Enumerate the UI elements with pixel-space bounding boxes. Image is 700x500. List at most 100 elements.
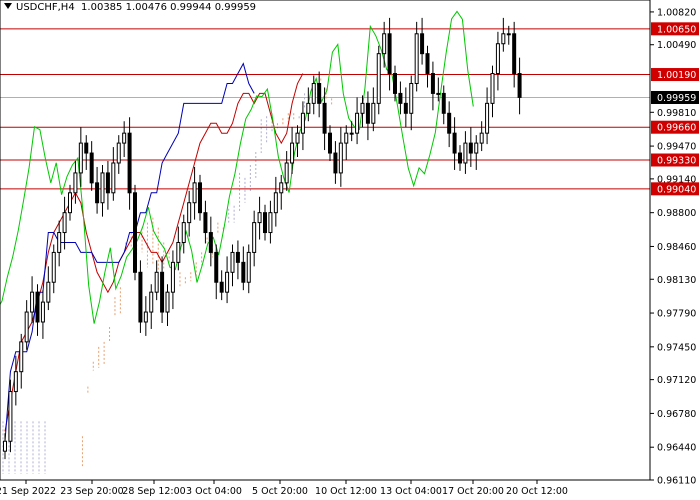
candle-body (360, 102, 365, 114)
candle-body (35, 291, 40, 323)
candle-body (349, 132, 354, 135)
candle-body (295, 132, 300, 144)
candle-body (322, 102, 327, 134)
level-label: 0.99040 (657, 184, 696, 195)
y-tick-label: 1.00490 (657, 40, 696, 51)
candle-body (506, 33, 511, 36)
x-tick-label: 13 Oct 04:00 (380, 486, 442, 497)
candle-body (403, 102, 408, 114)
y-tick-label: 0.96110 (657, 476, 696, 487)
candle-body (154, 271, 159, 293)
candle-body (143, 311, 148, 323)
candle-body (382, 33, 387, 55)
level-label: 0.99660 (657, 123, 696, 134)
candle-body (68, 192, 72, 214)
candle-body (8, 391, 13, 442)
candle-body (24, 311, 29, 343)
candle-body (235, 251, 240, 263)
x-tick-label: 10 Oct 12:00 (315, 486, 377, 497)
candle-body (13, 371, 18, 393)
candle-body (203, 212, 208, 234)
candle-body (241, 261, 246, 283)
candle-body (284, 162, 289, 184)
candle-body (208, 232, 213, 253)
x-tick-label: 5 Oct 20:00 (252, 486, 308, 497)
current-price-label: 0.99959 (657, 93, 696, 104)
candle-body (95, 182, 100, 204)
candle-body (181, 222, 186, 243)
y-tick-label: 0.98460 (657, 242, 696, 253)
candle-body (133, 192, 137, 273)
candle-body (517, 73, 522, 98)
candle-body (393, 73, 397, 94)
level-label: 1.00650 (657, 24, 696, 35)
candle-body (447, 112, 452, 134)
candle-body (225, 271, 230, 293)
candle-body (490, 73, 495, 104)
candle-body (170, 261, 175, 293)
candle-body (84, 142, 89, 154)
candle-body (257, 212, 262, 224)
candle-body (485, 102, 490, 134)
price-chart[interactable]: 1.008201.004900.998100.994700.991400.988… (0, 0, 700, 500)
y-tick-label: 1.00820 (657, 7, 696, 18)
candle-body (51, 251, 56, 283)
candle-body (290, 142, 295, 164)
candle-body (333, 152, 338, 174)
candle-body (192, 182, 197, 204)
y-tick-label: 0.96440 (657, 443, 696, 454)
y-tick-label: 0.98130 (657, 275, 696, 286)
candle-body (452, 132, 457, 154)
y-tick-label: 0.97120 (657, 375, 696, 386)
candle-body (479, 132, 484, 144)
candle-body (306, 102, 311, 114)
y-tick-label: 0.97450 (657, 342, 696, 353)
candle-body (111, 162, 116, 194)
candle-body (198, 182, 202, 214)
candle-body (317, 82, 322, 104)
y-tick-label: 0.96780 (657, 409, 696, 420)
candle-body (468, 142, 473, 154)
candle-body (165, 291, 170, 313)
candle-body (30, 291, 35, 313)
candle-body (398, 92, 403, 104)
y-tick-label: 0.99470 (657, 142, 696, 153)
x-tick-label: 28 Sep 12:00 (122, 486, 185, 497)
candle-body (40, 301, 45, 323)
candle-body (176, 241, 181, 263)
x-tick-label: 17 Oct 20:00 (442, 486, 504, 497)
candle-body (420, 33, 425, 55)
candles (3, 17, 522, 460)
candle-body (344, 132, 349, 144)
candle-body (105, 172, 110, 194)
candle-body (328, 132, 332, 154)
candle-body (365, 102, 370, 124)
candle-body (425, 53, 430, 75)
candle-body (501, 33, 506, 45)
candle-body (73, 172, 78, 194)
candle-body (127, 132, 132, 194)
indicator-lines (0, 10, 474, 442)
candle-body (62, 212, 67, 234)
x-tick-label: 20 Oct 12:00 (506, 486, 568, 497)
candle-body (46, 281, 51, 303)
candle-body (149, 291, 154, 313)
candle-body (387, 33, 392, 75)
candle-body (300, 112, 305, 134)
candle-body (458, 152, 462, 164)
candle-body (268, 212, 273, 234)
candle-body (273, 192, 278, 214)
candle-body (19, 341, 24, 373)
candle-body (495, 43, 500, 75)
candle-body (371, 102, 376, 124)
y-tick-label: 0.98800 (657, 208, 696, 219)
time-axis[interactable]: 21 Sep 2022 23 Sep 20:0028 Sep 12:00 3 Oct… (0, 480, 568, 497)
x-tick-label: 3 Oct 04:00 (186, 486, 242, 497)
candle-body (355, 112, 360, 134)
y-tick-label: 0.99810 (657, 108, 696, 119)
y-tick-label: 0.97790 (657, 309, 696, 320)
candle-body (338, 142, 343, 174)
candle-body (219, 281, 224, 293)
candle-body (57, 232, 62, 253)
level-label: 1.00190 (657, 70, 696, 81)
